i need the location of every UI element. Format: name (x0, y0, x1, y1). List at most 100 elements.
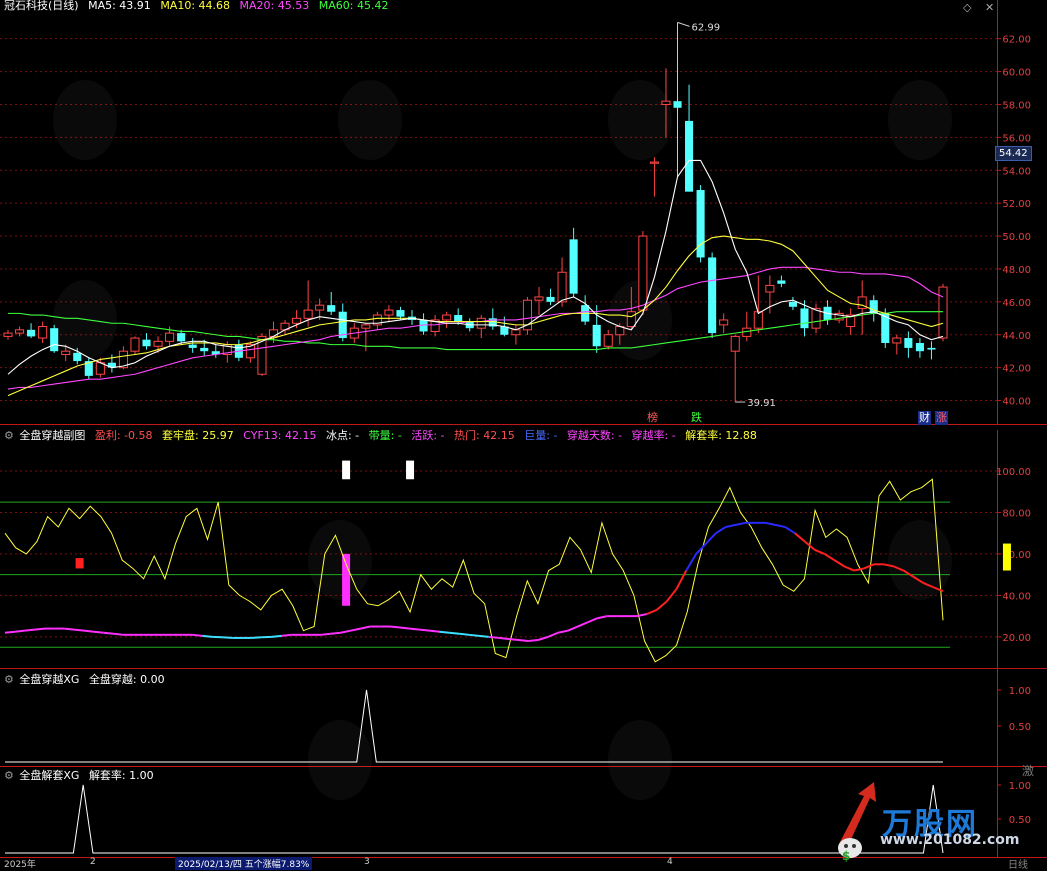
y-tick-label: 1.00 (1009, 781, 1031, 792)
y-tick-label: 50.00 (1002, 232, 1031, 243)
cyf13-segment (825, 554, 835, 560)
candle-body (443, 315, 451, 320)
y-tick-label: 100.00 (996, 467, 1031, 478)
candle-body (304, 310, 312, 318)
signal-line (5, 690, 943, 762)
candle-body (50, 328, 58, 351)
candle-body (593, 325, 601, 346)
year-label: 2025年 (4, 857, 36, 870)
candle-body (650, 162, 658, 163)
watermark-shape (338, 80, 402, 160)
candle-body (512, 330, 520, 335)
sub1-header: ⚙ 全盘穿越副图 盈利: -0.58 套牢盘: 25.97 CYF13: 42.… (4, 429, 763, 443)
sub3-title[interactable]: 全盘解套XG (19, 769, 79, 782)
brand-logo-icon: $ (830, 782, 886, 862)
candle-body (685, 121, 693, 192)
sub3-value: 解套率: 1.00 (89, 769, 154, 782)
watermark-shape (608, 80, 672, 160)
diamond-icon[interactable]: ◇ (963, 1, 971, 14)
sub3-header: ⚙ 全盘解套XG 解套率: 1.00 (4, 769, 160, 783)
yingli-label: 盈利: -0.58 (95, 429, 153, 442)
chuanyue-rate-label: 穿越率: - (632, 429, 676, 442)
settings-icon[interactable]: ⚙ (4, 769, 14, 782)
marker-bang[interactable]: 榜 (646, 411, 659, 425)
cyf13-segment (815, 550, 825, 554)
ma20-label: MA20: 45.53 (240, 0, 310, 12)
candle-body (754, 312, 762, 328)
cyf13-label: CYF13: 42.15 (243, 429, 316, 442)
corner-watermark-text: 激 (1022, 762, 1034, 779)
cyf13-segment (449, 633, 459, 634)
cyf13-segment (489, 637, 499, 638)
settings-icon[interactable]: ⚙ (4, 673, 14, 686)
marker-cai[interactable]: 财 (918, 411, 931, 425)
cyf13-segment (252, 637, 262, 638)
cyf13-segment (518, 640, 528, 641)
y-tick-label: 56.00 (1002, 133, 1031, 144)
signal-bar (342, 554, 350, 606)
stock-title[interactable]: 冠石科技(日线) (4, 0, 79, 12)
cyf13-segment (667, 589, 677, 601)
cyf13-segment (864, 564, 874, 568)
cyf13-segment (341, 631, 351, 633)
month-label-2: 2 (90, 857, 96, 867)
cyf13-segment (94, 632, 104, 633)
svg-text:$: $ (842, 849, 850, 862)
marker-zhang[interactable]: 涨 (935, 411, 948, 425)
cyf13-segment (795, 533, 805, 541)
signal-line (5, 785, 943, 853)
y-tick-label: 52.00 (1002, 199, 1031, 210)
month-label-3: 3 (364, 857, 370, 867)
cyf13-segment (716, 527, 726, 533)
candle-body (189, 345, 197, 348)
candle-body (166, 333, 174, 341)
marker-die[interactable]: 跌 (690, 411, 703, 425)
signal-bar (342, 461, 350, 480)
cyf13-segment (785, 527, 795, 533)
cyf13-segment (597, 616, 607, 618)
cyf13-segment (321, 634, 331, 635)
cyf13-segment (499, 638, 509, 639)
cyf13-segment (439, 632, 449, 633)
candle-body (558, 272, 566, 302)
cyf13-segment (676, 571, 686, 590)
juliang-label: 巨量: - (524, 429, 557, 442)
cyf13-segment (775, 525, 785, 527)
remen-label: 热门: 42.15 (454, 429, 515, 442)
candle-body (627, 312, 635, 327)
cyf13-segment (35, 629, 45, 630)
candle-body (570, 239, 578, 293)
signal-bar (1003, 544, 1011, 571)
candle-body (893, 338, 901, 343)
settings-icon[interactable]: ⚙ (4, 429, 14, 442)
candle-body (39, 327, 47, 339)
cyf13-segment (114, 634, 124, 635)
candle-body (177, 333, 185, 341)
cyf13-segment (657, 602, 667, 610)
candle-body (546, 297, 554, 302)
y-tick-label: 40.00 (1002, 591, 1031, 602)
candle-body (766, 285, 774, 292)
ma60-label: MA60: 45.42 (319, 0, 389, 12)
y-tick-label: 60.00 (1002, 68, 1031, 79)
close-icon[interactable]: ✕ (985, 1, 994, 14)
candle-body (708, 257, 716, 333)
cyf13-segment (528, 640, 538, 641)
high-price-label: 62.99 (692, 22, 721, 33)
cyf13-segment (765, 523, 775, 525)
cursor-date-box: 2025/02/13/四 五个涨幅7.83% (175, 857, 312, 870)
candle-body (639, 236, 647, 310)
cyf13-segment (360, 627, 370, 629)
candle-body (4, 333, 12, 336)
period-label[interactable]: 日线 (1008, 856, 1028, 871)
candle-body (396, 310, 404, 317)
candle-body (720, 320, 728, 325)
sub1-title[interactable]: 全盘穿越副图 (19, 429, 85, 442)
candle-body (927, 348, 935, 350)
sub2-title[interactable]: 全盘穿越XG (19, 673, 79, 686)
cyf13-segment (558, 631, 568, 633)
cyf13-segment (272, 636, 282, 637)
cyf13-segment (64, 629, 74, 630)
cyf13-segment (844, 566, 854, 570)
watermark-shape (888, 80, 952, 160)
